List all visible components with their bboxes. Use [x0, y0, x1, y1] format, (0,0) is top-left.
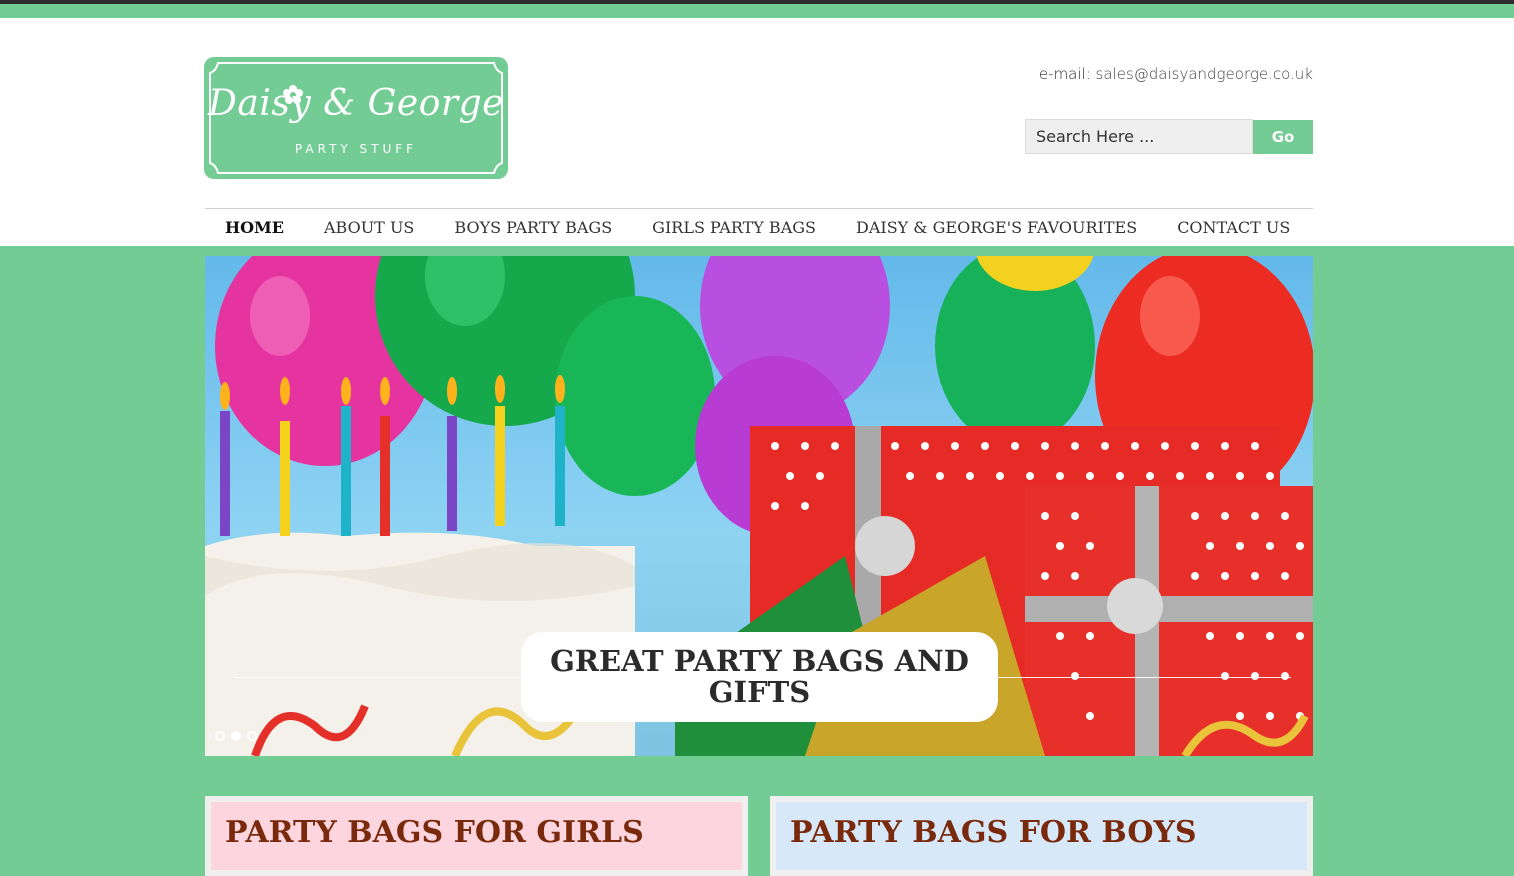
boys-card-panel: PARTY BAGS FOR BOYS — [776, 802, 1307, 870]
slider-dot-2[interactable] — [231, 731, 241, 741]
nav-item-contact-us[interactable]: CONTACT US — [1157, 209, 1310, 246]
slide-caption: GREAT PARTY BAGS AND GIFTS — [521, 632, 998, 722]
hero-slider[interactable]: GREAT PARTY BAGS AND GIFTS — [205, 256, 1313, 756]
logo-name: Daisy & George — [208, 83, 504, 124]
slider-dot-1[interactable] — [215, 731, 225, 741]
boys-party-bags-card[interactable]: PARTY BAGS FOR BOYS — [770, 796, 1313, 876]
nav-item-boys-party-bags[interactable]: BOYS PARTY BAGS — [434, 209, 632, 246]
main-nav: HOME ABOUT US BOYS PARTY BAGS GIRLS PART… — [205, 209, 1310, 246]
logo-tagline: PARTY STUFF — [294, 142, 418, 156]
girls-card-panel: PARTY BAGS FOR GIRLS — [211, 802, 742, 870]
site-logo[interactable]: Daisy & George PARTY STUFF — [204, 57, 508, 179]
contact-email: e-mail: sales@daisyandgeorge.co.uk — [1039, 65, 1313, 83]
nav-item-home[interactable]: HOME — [205, 209, 304, 246]
nav-item-about-us[interactable]: ABOUT US — [304, 209, 434, 246]
top-accent-bar — [0, 4, 1514, 18]
email-label: e-mail: — [1038, 65, 1091, 83]
search-go-button[interactable]: Go — [1253, 120, 1313, 154]
girls-card-title: PARTY BAGS FOR GIRLS — [225, 815, 644, 850]
email-link[interactable]: sales@daisyandgeorge.co.uk — [1096, 65, 1313, 83]
girls-party-bags-card[interactable]: PARTY BAGS FOR GIRLS — [205, 796, 748, 876]
search-input[interactable] — [1025, 119, 1253, 154]
slider-pagination — [215, 731, 257, 741]
nav-item-favourites[interactable]: DAISY & GEORGE'S FAVOURITES — [836, 209, 1157, 246]
slider-dot-3[interactable] — [247, 731, 257, 741]
nav-item-girls-party-bags[interactable]: GIRLS PARTY BAGS — [632, 209, 836, 246]
boys-card-title: PARTY BAGS FOR BOYS — [790, 815, 1197, 850]
